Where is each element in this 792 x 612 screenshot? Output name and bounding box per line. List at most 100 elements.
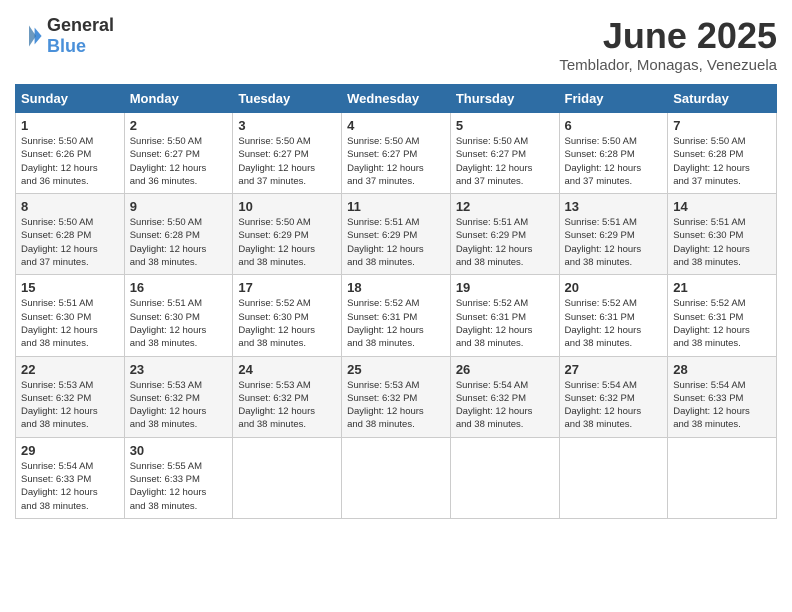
day-number: 3 bbox=[238, 118, 336, 133]
day-info: Sunrise: 5:54 AMSunset: 6:32 PMDaylight:… bbox=[565, 379, 663, 432]
day-info: Sunrise: 5:50 AMSunset: 6:28 PMDaylight:… bbox=[21, 216, 119, 269]
day-info: Sunrise: 5:52 AMSunset: 6:31 PMDaylight:… bbox=[456, 297, 554, 350]
calendar-cell: 29 Sunrise: 5:54 AMSunset: 6:33 PMDaylig… bbox=[16, 437, 125, 518]
calendar-cell: 1 Sunrise: 5:50 AMSunset: 6:26 PMDayligh… bbox=[16, 113, 125, 194]
calendar-cell bbox=[342, 437, 451, 518]
day-info: Sunrise: 5:50 AMSunset: 6:27 PMDaylight:… bbox=[130, 135, 228, 188]
calendar-cell: 6 Sunrise: 5:50 AMSunset: 6:28 PMDayligh… bbox=[559, 113, 668, 194]
calendar-cell: 4 Sunrise: 5:50 AMSunset: 6:27 PMDayligh… bbox=[342, 113, 451, 194]
calendar-cell: 27 Sunrise: 5:54 AMSunset: 6:32 PMDaylig… bbox=[559, 356, 668, 437]
calendar-cell: 26 Sunrise: 5:54 AMSunset: 6:32 PMDaylig… bbox=[450, 356, 559, 437]
column-header-friday: Friday bbox=[559, 85, 668, 113]
calendar-cell: 18 Sunrise: 5:52 AMSunset: 6:31 PMDaylig… bbox=[342, 275, 451, 356]
day-number: 10 bbox=[238, 199, 336, 214]
logo-icon bbox=[15, 22, 43, 50]
day-number: 19 bbox=[456, 280, 554, 295]
calendar-cell: 12 Sunrise: 5:51 AMSunset: 6:29 PMDaylig… bbox=[450, 194, 559, 275]
calendar-cell: 10 Sunrise: 5:50 AMSunset: 6:29 PMDaylig… bbox=[233, 194, 342, 275]
calendar-cell: 20 Sunrise: 5:52 AMSunset: 6:31 PMDaylig… bbox=[559, 275, 668, 356]
day-number: 16 bbox=[130, 280, 228, 295]
calendar-cell: 14 Sunrise: 5:51 AMSunset: 6:30 PMDaylig… bbox=[668, 194, 777, 275]
day-info: Sunrise: 5:52 AMSunset: 6:31 PMDaylight:… bbox=[565, 297, 663, 350]
calendar-cell: 28 Sunrise: 5:54 AMSunset: 6:33 PMDaylig… bbox=[668, 356, 777, 437]
calendar-cell: 2 Sunrise: 5:50 AMSunset: 6:27 PMDayligh… bbox=[124, 113, 233, 194]
day-info: Sunrise: 5:53 AMSunset: 6:32 PMDaylight:… bbox=[21, 379, 119, 432]
day-number: 2 bbox=[130, 118, 228, 133]
day-info: Sunrise: 5:54 AMSunset: 6:33 PMDaylight:… bbox=[21, 460, 119, 513]
calendar-cell: 5 Sunrise: 5:50 AMSunset: 6:27 PMDayligh… bbox=[450, 113, 559, 194]
day-number: 14 bbox=[673, 199, 771, 214]
day-info: Sunrise: 5:50 AMSunset: 6:28 PMDaylight:… bbox=[130, 216, 228, 269]
calendar-header-row: SundayMondayTuesdayWednesdayThursdayFrid… bbox=[16, 85, 777, 113]
calendar-cell: 8 Sunrise: 5:50 AMSunset: 6:28 PMDayligh… bbox=[16, 194, 125, 275]
day-info: Sunrise: 5:51 AMSunset: 6:29 PMDaylight:… bbox=[456, 216, 554, 269]
day-number: 12 bbox=[456, 199, 554, 214]
day-number: 1 bbox=[21, 118, 119, 133]
day-info: Sunrise: 5:51 AMSunset: 6:29 PMDaylight:… bbox=[347, 216, 445, 269]
day-number: 21 bbox=[673, 280, 771, 295]
week-row-4: 22 Sunrise: 5:53 AMSunset: 6:32 PMDaylig… bbox=[16, 356, 777, 437]
column-header-sunday: Sunday bbox=[16, 85, 125, 113]
day-number: 30 bbox=[130, 443, 228, 458]
logo: General Blue bbox=[15, 15, 114, 57]
day-number: 28 bbox=[673, 362, 771, 377]
day-number: 27 bbox=[565, 362, 663, 377]
calendar-cell: 19 Sunrise: 5:52 AMSunset: 6:31 PMDaylig… bbox=[450, 275, 559, 356]
column-header-monday: Monday bbox=[124, 85, 233, 113]
day-number: 25 bbox=[347, 362, 445, 377]
calendar-cell: 9 Sunrise: 5:50 AMSunset: 6:28 PMDayligh… bbox=[124, 194, 233, 275]
calendar-cell: 30 Sunrise: 5:55 AMSunset: 6:33 PMDaylig… bbox=[124, 437, 233, 518]
day-number: 23 bbox=[130, 362, 228, 377]
week-row-1: 1 Sunrise: 5:50 AMSunset: 6:26 PMDayligh… bbox=[16, 113, 777, 194]
calendar-cell: 3 Sunrise: 5:50 AMSunset: 6:27 PMDayligh… bbox=[233, 113, 342, 194]
day-number: 26 bbox=[456, 362, 554, 377]
calendar-cell: 22 Sunrise: 5:53 AMSunset: 6:32 PMDaylig… bbox=[16, 356, 125, 437]
day-info: Sunrise: 5:51 AMSunset: 6:30 PMDaylight:… bbox=[21, 297, 119, 350]
day-info: Sunrise: 5:55 AMSunset: 6:33 PMDaylight:… bbox=[130, 460, 228, 513]
day-number: 6 bbox=[565, 118, 663, 133]
logo-text-general: General bbox=[47, 15, 114, 35]
calendar-cell: 7 Sunrise: 5:50 AMSunset: 6:28 PMDayligh… bbox=[668, 113, 777, 194]
day-number: 24 bbox=[238, 362, 336, 377]
day-info: Sunrise: 5:52 AMSunset: 6:30 PMDaylight:… bbox=[238, 297, 336, 350]
month-title: June 2025 bbox=[559, 15, 777, 57]
column-header-saturday: Saturday bbox=[668, 85, 777, 113]
calendar-cell: 21 Sunrise: 5:52 AMSunset: 6:31 PMDaylig… bbox=[668, 275, 777, 356]
header: General Blue June 2025 Temblador, Monaga… bbox=[15, 15, 777, 74]
column-header-tuesday: Tuesday bbox=[233, 85, 342, 113]
day-number: 4 bbox=[347, 118, 445, 133]
day-number: 18 bbox=[347, 280, 445, 295]
location-title: Temblador, Monagas, Venezuela bbox=[559, 57, 777, 74]
day-info: Sunrise: 5:51 AMSunset: 6:29 PMDaylight:… bbox=[565, 216, 663, 269]
day-info: Sunrise: 5:51 AMSunset: 6:30 PMDaylight:… bbox=[673, 216, 771, 269]
day-number: 29 bbox=[21, 443, 119, 458]
calendar-cell: 16 Sunrise: 5:51 AMSunset: 6:30 PMDaylig… bbox=[124, 275, 233, 356]
calendar-cell: 11 Sunrise: 5:51 AMSunset: 6:29 PMDaylig… bbox=[342, 194, 451, 275]
title-area: June 2025 Temblador, Monagas, Venezuela bbox=[559, 15, 777, 74]
calendar-cell: 23 Sunrise: 5:53 AMSunset: 6:32 PMDaylig… bbox=[124, 356, 233, 437]
week-row-2: 8 Sunrise: 5:50 AMSunset: 6:28 PMDayligh… bbox=[16, 194, 777, 275]
day-info: Sunrise: 5:50 AMSunset: 6:27 PMDaylight:… bbox=[456, 135, 554, 188]
calendar-cell: 25 Sunrise: 5:53 AMSunset: 6:32 PMDaylig… bbox=[342, 356, 451, 437]
calendar-cell: 13 Sunrise: 5:51 AMSunset: 6:29 PMDaylig… bbox=[559, 194, 668, 275]
column-header-wednesday: Wednesday bbox=[342, 85, 451, 113]
day-number: 20 bbox=[565, 280, 663, 295]
calendar-cell bbox=[233, 437, 342, 518]
day-info: Sunrise: 5:54 AMSunset: 6:33 PMDaylight:… bbox=[673, 379, 771, 432]
day-number: 22 bbox=[21, 362, 119, 377]
day-info: Sunrise: 5:52 AMSunset: 6:31 PMDaylight:… bbox=[673, 297, 771, 350]
day-info: Sunrise: 5:50 AMSunset: 6:29 PMDaylight:… bbox=[238, 216, 336, 269]
day-number: 11 bbox=[347, 199, 445, 214]
day-info: Sunrise: 5:53 AMSunset: 6:32 PMDaylight:… bbox=[238, 379, 336, 432]
calendar-body: 1 Sunrise: 5:50 AMSunset: 6:26 PMDayligh… bbox=[16, 113, 777, 519]
calendar-cell bbox=[450, 437, 559, 518]
day-info: Sunrise: 5:53 AMSunset: 6:32 PMDaylight:… bbox=[347, 379, 445, 432]
day-number: 8 bbox=[21, 199, 119, 214]
column-header-thursday: Thursday bbox=[450, 85, 559, 113]
logo-text-blue: Blue bbox=[47, 36, 86, 56]
day-number: 15 bbox=[21, 280, 119, 295]
day-info: Sunrise: 5:53 AMSunset: 6:32 PMDaylight:… bbox=[130, 379, 228, 432]
day-info: Sunrise: 5:50 AMSunset: 6:28 PMDaylight:… bbox=[673, 135, 771, 188]
calendar-cell bbox=[559, 437, 668, 518]
day-info: Sunrise: 5:50 AMSunset: 6:28 PMDaylight:… bbox=[565, 135, 663, 188]
